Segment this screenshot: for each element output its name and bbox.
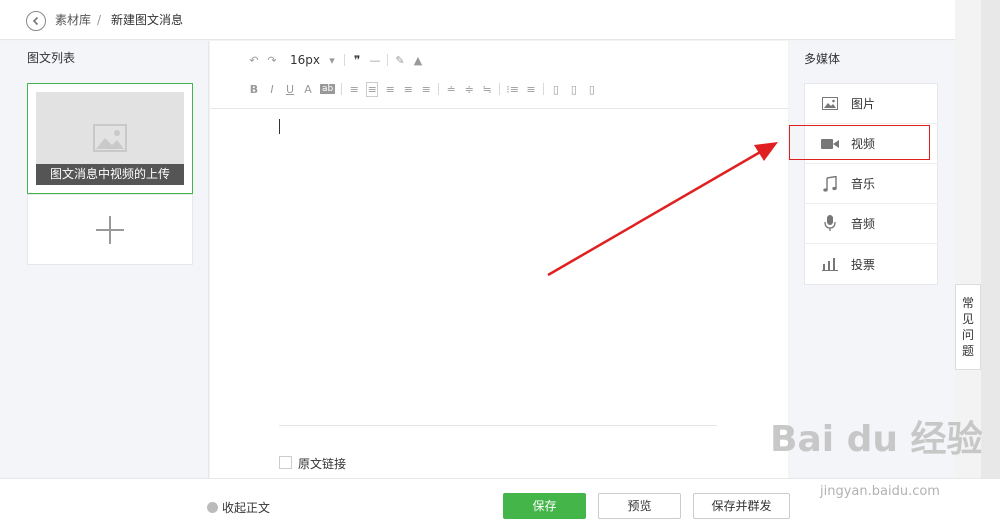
clear-format-icon[interactable]: ▲ [412, 54, 424, 67]
float-right-icon[interactable]: ▯ [586, 83, 598, 96]
italic-icon[interactable]: I [266, 83, 278, 96]
save-button[interactable]: 保存 [503, 493, 586, 519]
faq-tab-char: 常 [961, 296, 974, 310]
media-item-image[interactable]: 图片 [805, 84, 937, 124]
editor-divider [279, 425, 717, 426]
align-justify-icon[interactable]: ≡ [420, 83, 432, 96]
text-cursor [279, 119, 280, 134]
media-item-label: 音频 [851, 217, 876, 231]
media-item-music[interactable]: 音乐 [805, 164, 937, 204]
spacing-after-icon[interactable]: ≑ [463, 83, 475, 96]
breadcrumb-separator: / [97, 13, 102, 27]
media-item-label: 投票 [851, 257, 876, 272]
font-size-select[interactable]: 16px [290, 53, 320, 67]
plus-icon [96, 216, 124, 244]
preview-button[interactable]: 预览 [598, 493, 681, 519]
article-caption: 图文消息中视频的上传 [36, 164, 184, 185]
quote-icon[interactable]: ❞ [351, 53, 363, 67]
breadcrumb-parent-link[interactable]: 素材库 [55, 11, 91, 29]
media-panel-title: 多媒体 [804, 52, 841, 66]
faq-tab-char: 见 [961, 312, 974, 326]
image-placeholder-icon [93, 124, 127, 152]
media-item-poll[interactable]: 投票 [805, 244, 937, 284]
spacing-before-icon[interactable]: ≐ [445, 83, 457, 96]
align-center-icon[interactable]: ≡ [384, 83, 396, 96]
underline-icon[interactable]: U [284, 83, 296, 96]
faq-tab[interactable]: 常 见 问 题 [955, 284, 981, 370]
align-right-icon[interactable]: ≡ [402, 83, 414, 96]
annotation-arrow-icon [547, 142, 778, 277]
microphone-icon [821, 215, 839, 232]
media-item-audio[interactable]: 音频 [805, 204, 937, 244]
line-height-icon[interactable]: ≒ [481, 83, 493, 96]
float-none-icon[interactable]: ▯ [568, 83, 580, 96]
annotation-highlight-box [789, 125, 930, 160]
media-item-label: 音乐 [851, 177, 876, 191]
editor-toolbar: ↶ ↷ 16px ▾ ❞ — ✎ ▲ B I U A ab ≡ ≡ ≡ ≡ ≡ … [210, 41, 788, 109]
toolbar-divider [499, 83, 501, 95]
back-arrow-icon[interactable] [26, 11, 46, 31]
article-card[interactable]: 图文消息中视频的上传 [27, 83, 193, 194]
image-icon [821, 96, 839, 112]
undo-icon[interactable]: ↶ [248, 54, 260, 67]
align-left-icon[interactable]: ≡ [366, 81, 379, 97]
indent-icon[interactable]: ≡ [348, 83, 360, 96]
ordered-list-icon[interactable]: ⁝≡ [506, 83, 519, 96]
horizontal-rule-icon[interactable]: — [369, 54, 381, 67]
toolbar-divider [542, 83, 544, 95]
baidu-watermark-url: jingyan.baidu.com [820, 484, 940, 499]
bold-icon[interactable]: B [248, 83, 260, 96]
page-scrollbar[interactable] [981, 0, 1000, 478]
font-color-icon[interactable]: A [302, 83, 314, 96]
source-link-checkbox[interactable] [279, 456, 292, 469]
toolbar-row-1: ↶ ↷ 16px ▾ ❞ — ✎ ▲ [248, 50, 424, 70]
music-icon [821, 175, 839, 192]
toolbar-divider [387, 54, 388, 66]
save-and-send-button[interactable]: 保存并群发 [693, 493, 790, 519]
media-item-label: 图片 [851, 97, 876, 111]
toolbar-row-2: B I U A ab ≡ ≡ ≡ ≡ ≡ ≐ ≑ ≒ ⁝≡ ≡ ▯ ▯ ▯ [248, 79, 598, 99]
unordered-list-icon[interactable]: ≡ [525, 83, 537, 96]
faq-tab-char: 题 [961, 344, 974, 358]
toolbar-divider [344, 54, 345, 66]
redo-icon[interactable]: ↷ [266, 54, 278, 67]
article-list-title: 图文列表 [27, 51, 76, 65]
toolbar-divider [341, 83, 343, 95]
source-link-label: 原文链接 [298, 457, 347, 471]
toolbar-divider [438, 83, 440, 95]
highlight-color-icon[interactable]: ab [320, 84, 336, 94]
breadcrumb-current: 新建图文消息 [111, 13, 184, 27]
media-list: 图片 视频 音乐 音频 投票 [804, 83, 938, 285]
add-article-button[interactable] [27, 194, 193, 265]
float-left-icon[interactable]: ▯ [550, 83, 562, 96]
poll-icon [821, 256, 839, 272]
collapse-label: 收起正文 [222, 501, 271, 515]
collapse-icon [207, 502, 218, 513]
baidu-watermark: Bai du 经验 [770, 419, 983, 460]
chevron-down-icon[interactable]: ▾ [326, 54, 338, 67]
article-thumbnail: 图文消息中视频的上传 [36, 92, 184, 185]
format-painter-icon[interactable]: ✎ [394, 54, 406, 67]
collapse-body-button[interactable]: 收起正文 [207, 499, 270, 516]
faq-tab-char: 问 [961, 328, 974, 342]
